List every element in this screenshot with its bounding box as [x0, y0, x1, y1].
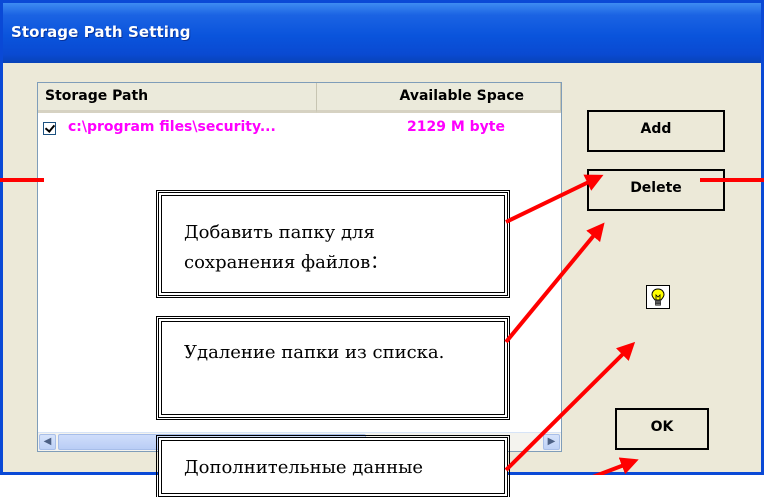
lightbulb-icon[interactable] [646, 285, 670, 309]
callout-delete-folder: Удаление папки из списка. [156, 316, 510, 420]
callout-add-folder-line1: Добавить папку для [184, 222, 375, 243]
scroll-left-button[interactable]: ◀ [39, 434, 56, 450]
path-enabled-checkbox[interactable] [43, 122, 56, 135]
delete-button[interactable]: Delete [587, 169, 725, 211]
column-header-available-space[interactable]: Available Space [317, 83, 561, 113]
callout-extra-data: Дополнительные данные [156, 435, 510, 497]
scroll-right-button[interactable]: ▶ [543, 434, 560, 450]
callout-add-folder-line2: сохранения файлов： [184, 252, 389, 273]
title-bar[interactable]: Storage Path Setting [3, 3, 761, 63]
list-item[interactable]: c:\program files\security... 2129 M byte [38, 119, 561, 139]
add-button[interactable]: Add [587, 110, 725, 152]
window-title: Storage Path Setting [11, 23, 191, 41]
list-header: Storage Path Available Space [38, 83, 561, 113]
storage-path-cell: c:\program files\security... [68, 119, 276, 135]
column-header-storage-path[interactable]: Storage Path [38, 83, 317, 113]
available-space-cell: 2129 M byte [407, 119, 505, 135]
ok-button[interactable]: OK [615, 408, 709, 450]
callout-delete-folder-text: Удаление папки из списка. [184, 342, 445, 363]
callout-add-folder: Добавить папку для сохранения файлов： [156, 190, 510, 298]
